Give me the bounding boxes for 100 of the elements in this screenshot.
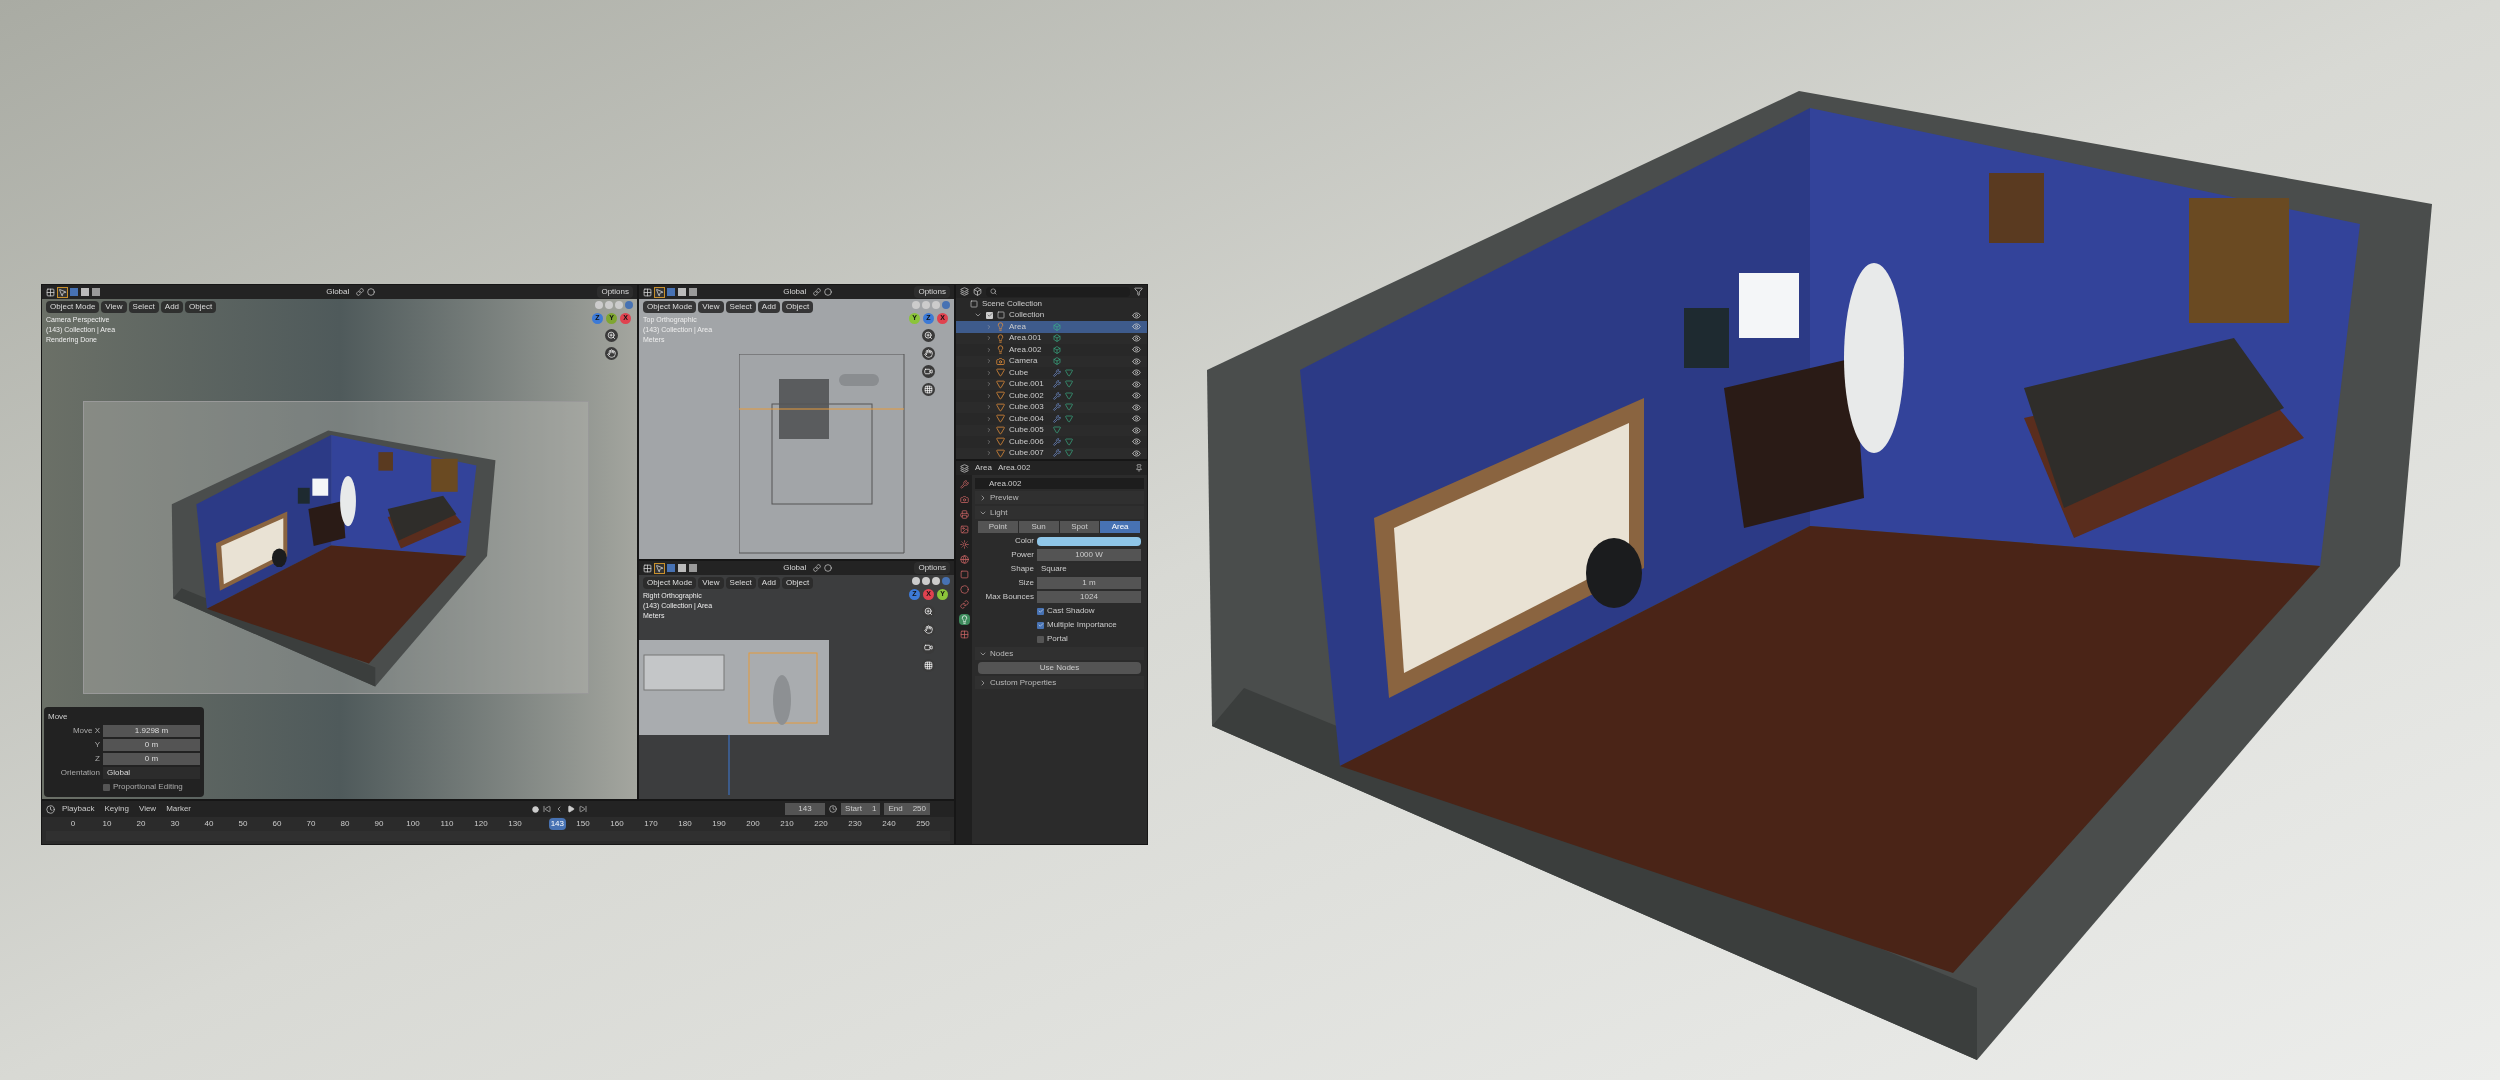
snap-icon[interactable] xyxy=(824,564,833,572)
menu-item[interactable]: View xyxy=(698,301,724,313)
editor-type-icon[interactable] xyxy=(46,804,55,814)
light-type-tab[interactable]: Area xyxy=(1100,521,1141,533)
tree-row[interactable]: Cube xyxy=(956,367,1147,379)
end-frame-field[interactable]: End 250 xyxy=(884,803,930,815)
tree-row[interactable]: Cube.006 xyxy=(956,436,1147,448)
mode-dropdown[interactable]: Object Mode xyxy=(46,301,100,313)
options-dropdown[interactable]: Options xyxy=(914,562,950,574)
panel-title[interactable]: Move xyxy=(48,711,200,723)
breadcrumb-item[interactable]: Area.002 xyxy=(997,462,1031,474)
tree-row[interactable]: Area xyxy=(956,321,1147,333)
pan-hand-icon[interactable] xyxy=(922,347,935,360)
breadcrumb-item[interactable]: Area xyxy=(975,462,992,474)
orientation-dropdown[interactable]: Global xyxy=(779,562,811,574)
panel-header[interactable]: Preview xyxy=(975,491,1144,504)
pivot-icon[interactable] xyxy=(813,564,822,572)
datablock-field[interactable]: Area.002 xyxy=(975,478,1144,489)
visibility-eye-icon[interactable] xyxy=(1132,345,1141,355)
pivot-icon[interactable] xyxy=(356,288,365,296)
snap-icon[interactable] xyxy=(824,288,833,296)
options-dropdown[interactable]: Options xyxy=(597,286,633,298)
editor-type-icon[interactable] xyxy=(643,287,652,297)
filter-icon[interactable] xyxy=(1134,287,1143,296)
play-icon[interactable] xyxy=(567,805,576,813)
visibility-eye-icon[interactable] xyxy=(1132,414,1141,424)
number-field[interactable]: 1000 W xyxy=(1037,549,1141,561)
panel-header[interactable]: Custom Properties xyxy=(975,676,1144,689)
visibility-eye-icon[interactable] xyxy=(1132,425,1141,435)
tree-item[interactable]: Scene Collection xyxy=(982,297,1043,310)
visibility-eye-icon[interactable] xyxy=(1132,333,1141,343)
current-frame-field[interactable]: 143 xyxy=(785,803,826,815)
preview-range-icon[interactable] xyxy=(829,805,838,813)
menu-item[interactable]: Add xyxy=(757,301,781,313)
select-tool-icon[interactable] xyxy=(655,287,664,297)
visibility-eye-icon[interactable] xyxy=(1132,322,1141,332)
number-field[interactable]: 0 m xyxy=(103,753,200,765)
visibility-eye-icon[interactable] xyxy=(1132,402,1141,412)
mode-dropdown[interactable]: Object Mode xyxy=(643,301,697,313)
tree-row[interactable]: Cube.002 xyxy=(956,390,1147,402)
light-type-tab[interactable]: Spot xyxy=(1059,521,1101,533)
panel-header[interactable]: Nodes xyxy=(975,647,1144,660)
light-type-tab[interactable]: Sun xyxy=(1018,521,1060,533)
menu-item[interactable]: Select xyxy=(128,301,159,313)
orientation-dropdown[interactable]: Global xyxy=(779,286,811,298)
menu-item[interactable]: Add xyxy=(757,577,781,589)
menu-item[interactable]: Add xyxy=(160,301,184,313)
visibility-eye-icon[interactable] xyxy=(1132,310,1141,320)
editor-type-icon[interactable] xyxy=(643,563,652,573)
orientation-dropdown[interactable]: Global xyxy=(103,767,200,779)
editor-type-icon[interactable] xyxy=(960,287,969,296)
checkbox[interactable] xyxy=(1037,621,1044,629)
color-swatch[interactable] xyxy=(1037,536,1141,546)
menu-item[interactable]: Select xyxy=(725,301,756,313)
visibility-eye-icon[interactable] xyxy=(1132,448,1141,458)
jump-end-icon[interactable] xyxy=(579,805,588,813)
checkbox[interactable] xyxy=(1037,607,1044,615)
number-field[interactable]: 1024 xyxy=(1037,591,1141,603)
pivot-icon[interactable] xyxy=(813,288,822,296)
menu-item[interactable]: Object xyxy=(782,577,814,589)
panel-header[interactable]: Light xyxy=(975,506,1144,519)
light-type-tab[interactable]: Point xyxy=(978,521,1019,533)
menu-item[interactable]: Marker xyxy=(163,803,195,815)
menu-item[interactable]: Playback xyxy=(59,803,98,815)
orientation-dropdown[interactable]: Global xyxy=(322,286,354,298)
pan-hand-icon[interactable] xyxy=(922,623,935,636)
visibility-eye-icon[interactable] xyxy=(1132,379,1141,389)
menu-item[interactable]: Keying xyxy=(101,803,132,815)
use-nodes-button[interactable]: Use Nodes xyxy=(978,662,1141,674)
timeline-track[interactable] xyxy=(46,831,950,841)
zoom-icon[interactable] xyxy=(922,605,935,618)
options-dropdown[interactable]: Options xyxy=(914,286,950,298)
display-mode-icon[interactable] xyxy=(973,287,982,296)
jump-start-icon[interactable] xyxy=(543,805,552,813)
menu-item[interactable]: View xyxy=(135,803,160,815)
pin-icon[interactable] xyxy=(1135,464,1143,472)
editor-type-icon[interactable] xyxy=(960,463,969,473)
visibility-eye-icon[interactable] xyxy=(1132,368,1141,378)
properties-tab-icon[interactable] xyxy=(958,614,970,625)
camera-view-icon[interactable] xyxy=(922,365,935,378)
visibility-eye-icon[interactable] xyxy=(1132,437,1141,447)
tree-row[interactable]: Cube.004 xyxy=(956,413,1147,425)
record-icon[interactable] xyxy=(532,805,540,813)
tree-row[interactable]: Area.002 xyxy=(956,344,1147,356)
number-field[interactable]: 0 m xyxy=(103,739,200,751)
snap-icon[interactable] xyxy=(367,288,376,296)
number-field[interactable]: 1.9298 m xyxy=(103,725,200,737)
select-tool-icon[interactable] xyxy=(58,287,67,297)
visibility-eye-icon[interactable] xyxy=(1132,391,1141,401)
search-field[interactable] xyxy=(986,286,1130,297)
mode-dropdown[interactable]: Object Mode xyxy=(643,577,697,589)
menu-item[interactable]: Object xyxy=(782,301,814,313)
menu-item[interactable]: Select xyxy=(725,577,756,589)
zoom-icon[interactable] xyxy=(922,329,935,342)
menu-item[interactable]: Object xyxy=(185,301,217,313)
menu-item[interactable]: View xyxy=(698,577,724,589)
checkbox[interactable] xyxy=(1037,635,1044,643)
tree-item[interactable]: Collection xyxy=(1009,309,1128,322)
camera-view-icon[interactable] xyxy=(922,641,935,654)
checkbox[interactable] xyxy=(986,311,993,319)
